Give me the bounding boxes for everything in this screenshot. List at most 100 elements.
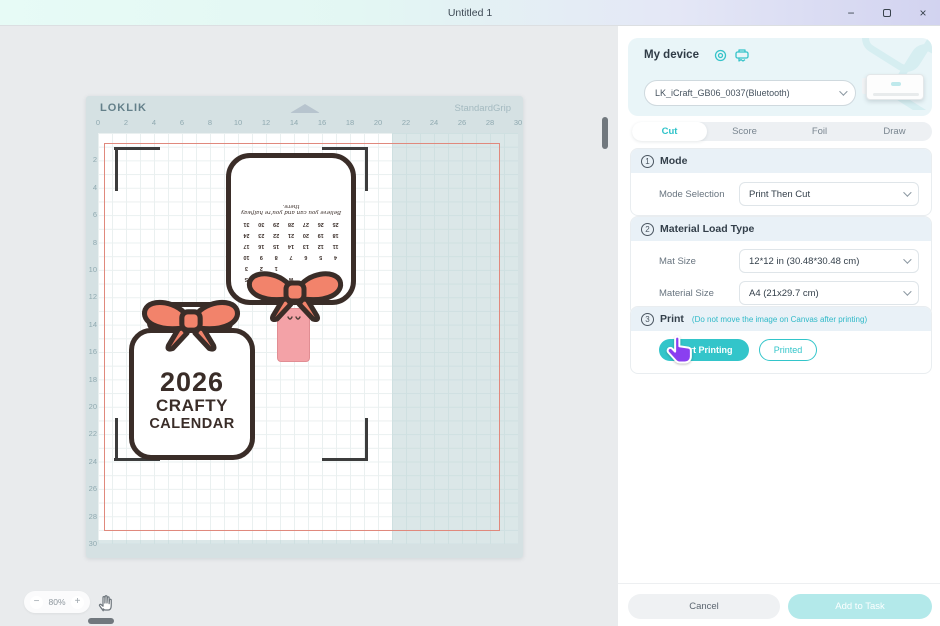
zoom-control: − 80% +: [24, 591, 90, 613]
jar-title-line1: CRAFTY: [156, 396, 228, 416]
ruler-top-label: 6: [180, 118, 184, 127]
calendar-date-cell: 23: [254, 230, 269, 240]
registration-mark: [114, 147, 160, 150]
calendar-date-cell: 15: [269, 241, 284, 251]
ruler-top-label: 10: [234, 118, 242, 127]
zoom-out-button[interactable]: −: [30, 596, 43, 609]
registration-mark: [322, 458, 368, 461]
ruler-top-label: 24: [430, 118, 438, 127]
device-title: My device: [644, 49, 699, 61]
printer-icon[interactable]: [735, 49, 750, 62]
settings-panel: My device LK_iCraft_GB06_0037(Bluetooth): [618, 26, 940, 626]
device-icons: [714, 49, 750, 62]
footer-divider: [618, 583, 940, 584]
mode-selection-select[interactable]: Print Then Cut: [739, 182, 919, 206]
tab-cut[interactable]: Cut: [632, 122, 707, 141]
ruler-left: 24681012141618202224262830: [87, 133, 97, 545]
ruler-left-label: 30: [89, 539, 97, 548]
ruler-left-label: 22: [89, 429, 97, 438]
device-select-value: LK_iCraft_GB06_0037(Bluetooth): [655, 88, 839, 98]
calendar-date-cell: 27: [298, 219, 313, 229]
ruler-top-label: 12: [262, 118, 270, 127]
app-window: Untitled 1 − × LOKLIK StandardGrip 02468…: [0, 0, 940, 626]
tab-score[interactable]: Score: [707, 122, 782, 141]
device-select[interactable]: LK_iCraft_GB06_0037(Bluetooth): [644, 80, 856, 106]
print-warning-note: (Do not move the image on Canvas after p…: [692, 315, 867, 324]
ruler-top-label: 4: [152, 118, 156, 127]
mode-selection-label: Mode Selection: [659, 189, 739, 200]
mat-brand-logo: LOKLIK: [100, 102, 147, 114]
zoom-in-button[interactable]: +: [71, 596, 84, 609]
titlebar: Untitled 1 − ×: [0, 0, 940, 26]
ruler-left-label: 28: [89, 512, 97, 521]
ruler-top-label: 28: [486, 118, 494, 127]
ruler-left-label: 16: [89, 347, 97, 356]
registration-mark: [365, 418, 368, 461]
calendar-date-cell: 24: [239, 230, 254, 240]
ruler-top-label: 2: [124, 118, 128, 127]
ruler-left-label: 4: [93, 183, 97, 192]
machine-image: [862, 68, 928, 106]
ruler-left-label: 20: [89, 402, 97, 411]
material-size-value: A4 (21x29.7 cm): [749, 288, 903, 299]
paddle-bow-icon[interactable]: [243, 266, 347, 322]
jar-title-line2: CALENDAR: [149, 416, 234, 433]
chevron-down-icon: [839, 87, 847, 95]
ruler-top-label: 22: [402, 118, 410, 127]
maximize-icon: [883, 9, 891, 17]
calendar-date-cell: 14: [284, 241, 299, 251]
ruler-left-label: 8: [93, 238, 97, 247]
calendar-date-cell: 13: [298, 241, 313, 251]
zoom-level: 80%: [48, 597, 65, 607]
mat-collapse-arrow-icon[interactable]: [290, 104, 320, 113]
minimize-button[interactable]: −: [844, 0, 858, 26]
section-material-title: Material Load Type: [660, 223, 754, 235]
section-mode-header: 1 Mode: [631, 149, 931, 173]
maximize-button[interactable]: [880, 0, 894, 26]
chevron-down-icon: [903, 188, 911, 196]
gear-icon[interactable]: [714, 49, 727, 62]
calendar-date-cell: 31: [239, 219, 254, 229]
add-to-task-button[interactable]: Add to Task: [788, 594, 932, 619]
registration-mark: [115, 418, 118, 461]
mode-selection-row: Mode Selection Print Then Cut: [631, 173, 931, 215]
calendar-date-cell: 25: [328, 219, 343, 229]
vertical-scrollbar-thumb[interactable]: [602, 117, 608, 149]
mat-size-value: 12*12 in (30.48*30.48 cm): [749, 256, 903, 267]
tab-foil[interactable]: Foil: [782, 122, 857, 141]
calendar-date-cell: 12: [313, 241, 328, 251]
calendar-date-cell: 7: [284, 252, 299, 262]
registration-mark: [365, 148, 368, 191]
jar-year-text: 2026: [160, 369, 224, 396]
ruler-top-label: 30: [514, 118, 522, 127]
material-size-select[interactable]: A4 (21x29.7 cm): [739, 281, 919, 305]
calendar-date-cell: 17: [239, 241, 254, 251]
ruler-left-label: 14: [89, 320, 97, 329]
calendar-date-cell: 28: [284, 219, 299, 229]
step-number: 2: [641, 223, 654, 236]
calendar-date-cell: 29: [269, 219, 284, 229]
pan-hand-icon[interactable]: [96, 593, 116, 613]
calendar-date-cell: 9: [254, 252, 269, 262]
horizontal-scrollbar-thumb[interactable]: [88, 618, 114, 624]
tab-draw[interactable]: Draw: [857, 122, 932, 141]
calendar-date-cell: 22: [269, 230, 284, 240]
mat-size-row: Mat Size 12*12 in (30.48*30.48 cm): [631, 245, 931, 277]
step-number: 3: [641, 313, 654, 326]
device-card: My device LK_iCraft_GB06_0037(Bluetooth): [628, 38, 932, 116]
calendar-date-cell: 16: [254, 241, 269, 251]
jar-bow-icon[interactable]: [138, 294, 244, 352]
material-size-label: Material Size: [659, 288, 739, 299]
cursor-hand-icon: [666, 334, 696, 368]
chevron-down-icon: [903, 255, 911, 263]
section-mode: 1 Mode Mode Selection Print Then Cut: [630, 148, 932, 216]
printed-button[interactable]: Printed: [759, 339, 817, 361]
calendar-date-cell: 8: [269, 252, 284, 262]
calendar-date-cell: 21: [284, 230, 299, 240]
cancel-button[interactable]: Cancel: [628, 594, 780, 619]
mat-size-select[interactable]: 12*12 in (30.48*30.48 cm): [739, 249, 919, 273]
document-title: Untitled 1: [448, 7, 492, 19]
close-button[interactable]: ×: [916, 0, 930, 26]
ruler-top-label: 8: [208, 118, 212, 127]
section-material: 2 Material Load Type Mat Size 12*12 in (…: [630, 216, 932, 316]
